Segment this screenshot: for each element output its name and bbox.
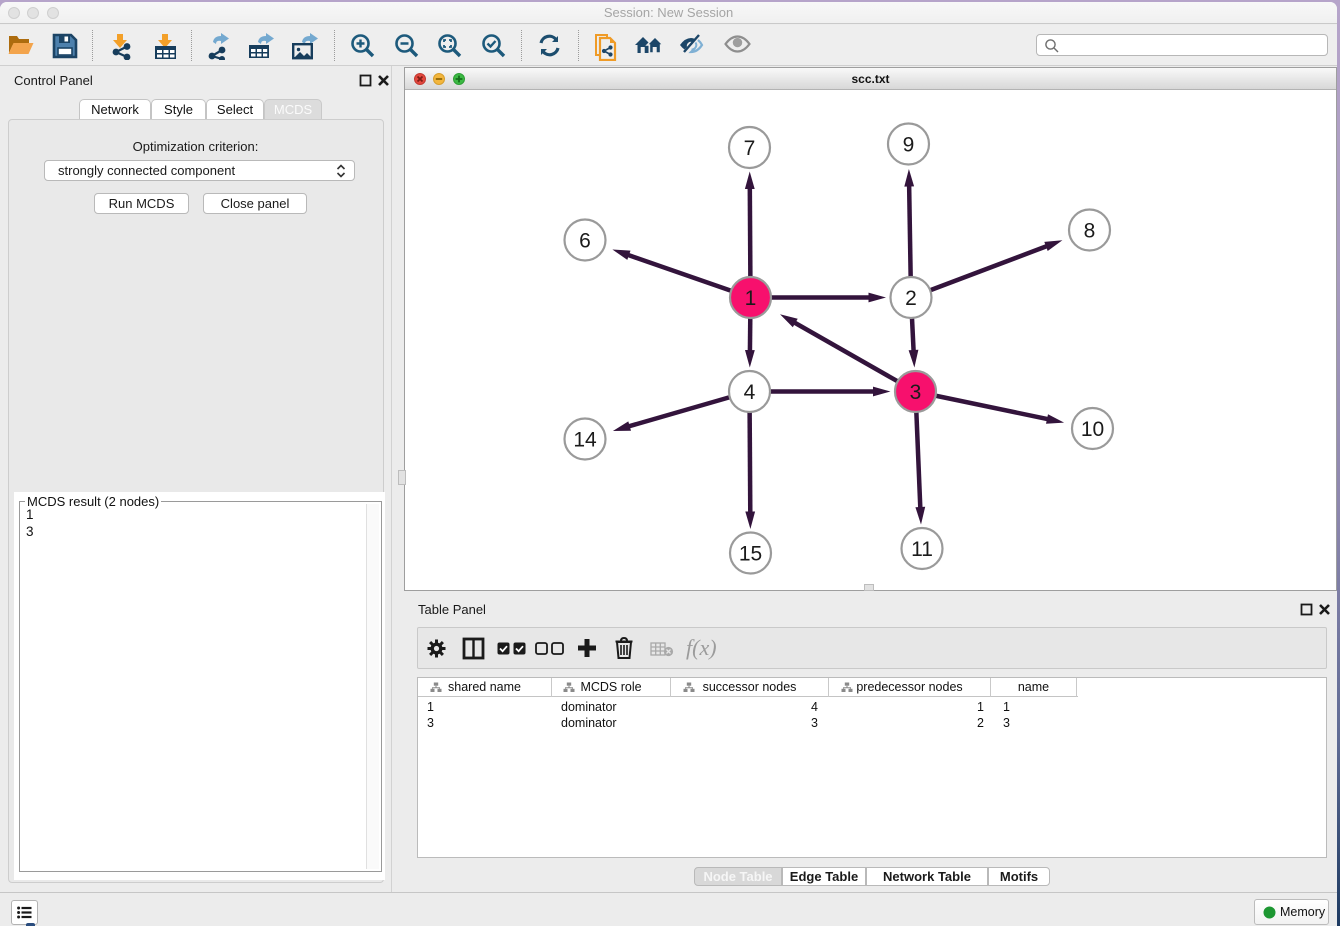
svg-text:2: 2 bbox=[905, 287, 917, 310]
svg-text:10: 10 bbox=[1081, 418, 1104, 441]
svg-text:6: 6 bbox=[579, 229, 591, 252]
svg-text:1: 1 bbox=[745, 287, 757, 310]
svg-text:15: 15 bbox=[739, 542, 762, 565]
svg-text:8: 8 bbox=[1084, 219, 1096, 242]
svg-text:3: 3 bbox=[910, 381, 922, 404]
svg-text:7: 7 bbox=[744, 137, 756, 160]
svg-text:11: 11 bbox=[911, 538, 933, 561]
svg-text:9: 9 bbox=[903, 133, 915, 156]
svg-text:14: 14 bbox=[573, 428, 597, 451]
svg-text:4: 4 bbox=[744, 381, 756, 404]
